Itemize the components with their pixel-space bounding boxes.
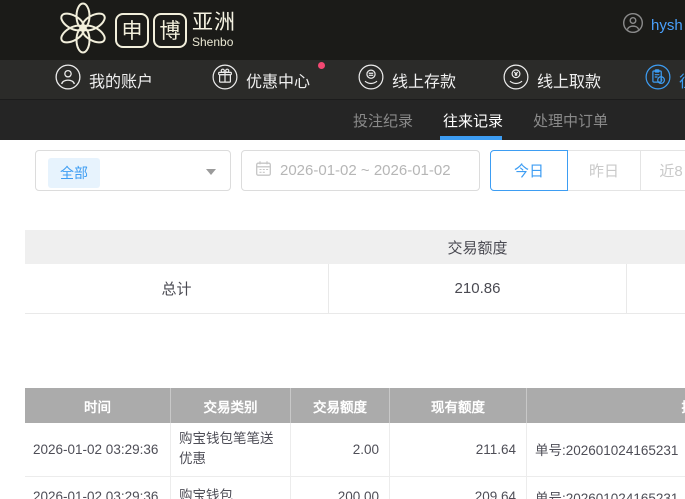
table-row: 2026-01-02 03:29:36 购宝钱包 200.00 209.64 单… [25, 476, 685, 499]
date-range-input[interactable]: 2026-01-02 ~ 2026-01-02 [241, 150, 480, 191]
date-range-value: 2026-01-02 ~ 2026-01-02 [280, 162, 451, 179]
cell-balance: 211.64 [389, 423, 526, 476]
deposit-icon [358, 64, 384, 95]
nav-item-withdraw[interactable]: 线上取款 [503, 60, 601, 99]
summary-total-row: 总计 210.86 [25, 264, 685, 314]
nav-item-records[interactable]: 往来记录 [645, 60, 685, 99]
cell-note: 单号:202601024165231 [526, 476, 685, 499]
cell-time: 2026-01-02 03:29:36 [33, 489, 159, 499]
logo-region-text: 亚洲 Shenbo [192, 12, 236, 48]
logo-char-box-2: 博 [153, 12, 187, 48]
tab-transaction-records[interactable]: 往来记录 [443, 100, 503, 141]
button-label: 今日 [513, 163, 544, 180]
nav-item-my-account[interactable]: 我的账户 [55, 60, 153, 99]
cell-time: 2026-01-02 03:29:36 [33, 441, 159, 457]
transactions-table: 时间 交易类别 交易额度 现有额度 摘要 2026-01-02 03:29:36… [25, 388, 685, 499]
user-avatar-icon [622, 12, 644, 39]
nav-item-label: 往来记录 [679, 68, 685, 92]
record-tabs-bar: 投注纪录 往来记录 处理中订单 [0, 99, 685, 140]
summary-header-row: 交易额度 [25, 230, 685, 264]
nav-item-label: 我的账户 [89, 73, 154, 91]
summary-amount-header: 交易额度 [447, 239, 508, 257]
active-tab-underline [440, 136, 502, 140]
logo-region-en: Shenbo [192, 35, 234, 49]
selected-type-chip[interactable]: 全部 [48, 158, 100, 188]
col-header-time: 时间 [84, 399, 111, 415]
tab-label: 往来记录 [443, 113, 504, 130]
logo-char-box-1: 申 [115, 12, 149, 48]
summary-empty-cell [627, 264, 685, 313]
account-icon [55, 64, 81, 95]
withdraw-icon [503, 64, 529, 95]
nav-item-label: 线上存款 [392, 73, 457, 91]
transaction-type-select[interactable]: 全部 [35, 150, 231, 191]
quick-filter-today-button[interactable]: 今日 [490, 150, 568, 191]
table-row: 2026-01-02 03:29:36 购宝钱包笔笔送优惠 2.00 211.6… [25, 423, 685, 477]
col-header-note: 摘要 [526, 388, 685, 423]
cell-type: 购宝钱包 [170, 476, 290, 499]
chevron-down-icon [206, 169, 216, 175]
nav-item-promotions[interactable]: 优惠中心 [212, 60, 310, 99]
flower-logo-icon [55, 2, 111, 59]
username-text[interactable]: hysh [651, 17, 683, 34]
summary-total-label: 总计 [161, 281, 192, 298]
cell-type: 购宝钱包笔笔送优惠 [170, 423, 290, 476]
gift-icon [212, 64, 238, 95]
calendar-icon [242, 160, 272, 182]
col-header-type: 交易类别 [170, 388, 290, 423]
cell-amount: 200.00 [290, 476, 389, 499]
nav-item-label: 优惠中心 [246, 73, 311, 91]
records-icon [645, 64, 671, 95]
logo-region-cn: 亚洲 [192, 11, 236, 34]
summary-total-value: 210.86 [328, 264, 627, 313]
summary-table: 交易额度 总计 210.86 [25, 230, 685, 314]
tab-label: 投注纪录 [353, 113, 414, 130]
cell-note: 单号:202601024165231 [526, 423, 685, 476]
quick-filter-recent-button[interactable]: 近8日 [640, 150, 685, 191]
button-label: 昨日 [588, 163, 619, 180]
tab-pending-orders[interactable]: 处理中订单 [533, 100, 608, 141]
main-nav-bar: 我的账户 优惠中心 线上存款 线上取款 [0, 60, 685, 99]
nav-item-deposit[interactable]: 线上存款 [358, 60, 456, 99]
brand-logo[interactable]: 申 博 亚洲 Shenbo [55, 2, 236, 59]
cell-amount: 2.00 [290, 423, 389, 476]
cell-balance: 209.64 [389, 476, 526, 499]
top-header-bar: 申 博 亚洲 Shenbo hysh [0, 0, 685, 60]
user-account-area[interactable]: hysh [622, 12, 683, 39]
promo-notification-dot [318, 62, 325, 69]
col-header-amount: 交易额度 [290, 388, 389, 423]
table-header-row: 时间 交易类别 交易额度 现有额度 摘要 [25, 388, 685, 423]
col-header-balance: 现有额度 [389, 388, 526, 423]
button-label: 近8日 [659, 163, 685, 180]
page: 申 博 亚洲 Shenbo hysh 我的账户 优惠中心 线上存款 线上取款 投… [0, 0, 685, 499]
quick-filter-yesterday-button[interactable]: 昨日 [567, 150, 641, 191]
nav-item-label: 线上取款 [537, 73, 602, 91]
tab-label: 处理中订单 [533, 113, 609, 130]
tab-betting-records[interactable]: 投注纪录 [353, 100, 413, 141]
